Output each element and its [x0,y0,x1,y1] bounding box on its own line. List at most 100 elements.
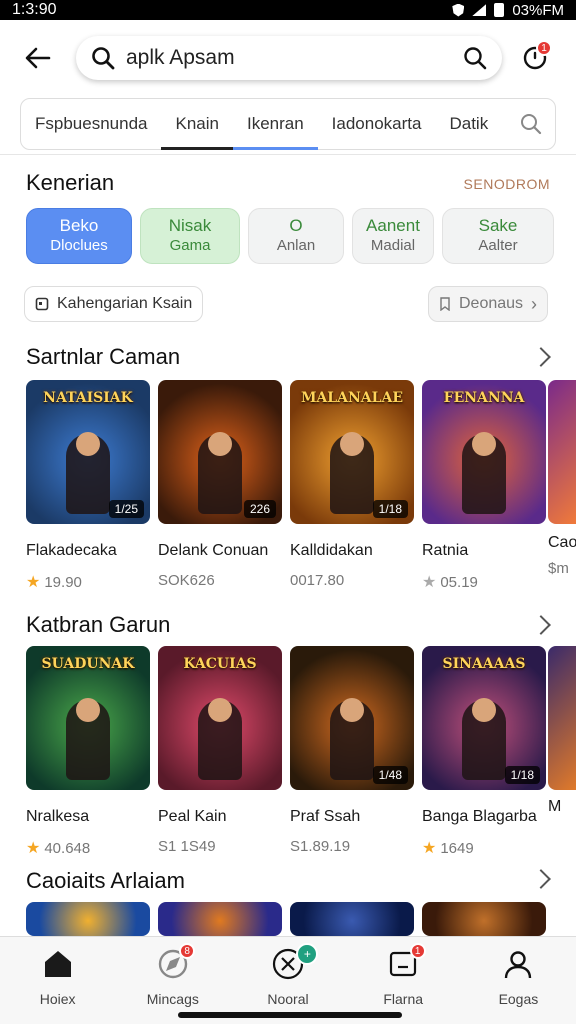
tab-1[interactable]: Knain [161,99,234,150]
notification-button[interactable]: 1 [516,38,554,76]
game-card[interactable]: 1/48 Praf Ssah S1.89.19 [290,646,414,858]
game-thumb-partial[interactable] [548,380,576,524]
price-value: 19.90 [44,573,82,591]
category-chip[interactable]: Nisak Gama [140,208,240,264]
nav-label: Eogas [498,991,539,1007]
search-icon [92,47,115,70]
status-icons: 03%FM [452,2,564,19]
game-card[interactable]: SINAAAAS 1/18 Banga Blagarba ★ 1649 [422,646,546,858]
game-thumbnail[interactable]: FENANNA [422,380,546,524]
game-thumbnail[interactable]: NATAISIAK 1/25 [26,380,150,524]
game-thumbnail[interactable]: SUADUNAK [26,646,150,790]
nav-center[interactable]: + Nooral [230,937,345,1024]
game-title-art: SUADUNAK [41,656,135,672]
game-card[interactable]: KACUIAS Peal Kain S1 1S49 [158,646,282,858]
search-query[interactable]: aplk Apsam [126,46,462,70]
game-card[interactable]: FENANNA Ratnia ★ 05.19 [422,380,546,592]
game-name: Ratnia [422,542,469,559]
category-chip[interactable]: Beko Dloclues [26,208,132,264]
search-submit-icon[interactable] [462,45,488,71]
character-head [340,698,364,722]
game-card[interactable]: MALANALAE 1/18 Kalldidakan 0017.80 [290,380,414,592]
chip-line1: Sake [478,216,518,235]
game-card[interactable] [290,902,414,936]
partial-game-name: Cao [548,534,576,551]
age-rating-tag: 1/18 [504,766,540,784]
nav-badge: 1 [409,943,426,959]
price-value: 05.19 [440,573,478,591]
chip-line2: Aalter [478,237,518,254]
filter-tabs: Fspbuesnunda Knain Ikenran Iadonokarta D… [20,98,556,150]
game-card[interactable] [26,902,150,936]
tab-label: Datik [449,114,489,133]
game-thumbnail[interactable]: 226 [158,380,282,524]
divider [0,154,576,155]
price-value: 40.648 [44,839,91,857]
game-thumbnail[interactable]: MALANALAE 1/18 [290,380,414,524]
filter-pill[interactable]: Kahengarian Ksain [24,286,204,322]
chevron-right-icon[interactable] [531,615,551,635]
tab-4[interactable]: Datik [435,99,502,149]
nav-badge: + [296,943,319,965]
status-time: 1:3:90 [12,1,57,18]
search-bar[interactable]: aplk Apsam [76,36,502,80]
partial-game-name: M [548,798,562,815]
character-head [472,698,496,722]
chevron-right-icon[interactable] [531,869,551,889]
nav-profile[interactable]: Eogas [461,937,576,1024]
nav-label: Hoiex [39,991,76,1007]
nav-discover[interactable]: 8 Mincags [115,937,230,1024]
chip-line1: Nisak [168,216,212,235]
status-bar: 1:3:90 03%FM [0,0,576,20]
see-all-link[interactable]: SENODROM [464,176,550,192]
chevron-right-icon[interactable] [531,347,551,367]
nav-label: Mincags [146,991,199,1007]
game-title-art: MALANALAE [300,390,404,406]
game-title-art: KACUIAS [183,656,257,672]
category-chip[interactable]: Sake Aalter [442,208,554,264]
game-thumbnail[interactable] [290,902,414,936]
tab-0[interactable]: Fspbuesnunda [21,99,161,149]
character-head [76,698,100,722]
chip-line1: O [289,216,303,235]
category-chip[interactable]: O Anlan [248,208,344,264]
game-thumbnail[interactable] [422,902,546,936]
character-head [208,698,232,722]
tab-2[interactable]: Ikenran [232,99,318,150]
game-thumbnail[interactable]: 1/48 [290,646,414,790]
game-card[interactable]: SUADUNAK Nralkesa ★ 40.648 [26,646,150,858]
shield-icon [452,3,465,17]
tab-label: Knain [175,114,219,133]
game-thumb-partial[interactable] [548,646,576,790]
chip-line1: Aanent [366,216,420,235]
character-head [472,432,496,456]
character-head [208,432,232,456]
game-card[interactable]: 226 Delank Conuan SOK626 [158,380,282,592]
age-rating-tag: 1/18 [372,500,408,518]
game-thumbnail[interactable]: SINAAAAS 1/18 [422,646,546,790]
section-title: Caoiaits Arlaiam [26,868,185,893]
game-thumbnail[interactable]: KACUIAS [158,646,282,790]
category-chip[interactable]: Aanent Madial [352,208,434,264]
top-bar: aplk Apsam 1 [0,20,576,96]
section-title: Katbran Garun [26,612,171,637]
game-card[interactable] [158,902,282,936]
game-title-art: SINAAAAS [442,656,526,672]
back-arrow-icon[interactable] [22,42,54,74]
tab-3[interactable]: Iadonokarta [318,99,436,149]
home-indicator [178,1012,402,1018]
nav-home[interactable]: Hoiex [0,937,115,1024]
game-thumbnail[interactable] [158,902,282,936]
game-thumbnail[interactable] [26,902,150,936]
game-name: Banga Blagarba [422,808,537,825]
nav-notifications[interactable]: 1 Flarna [346,937,461,1024]
game-row: SUADUNAK Nralkesa ★ 40.648 KACUIAS Peal Kain S… [26,646,546,858]
sort-pill[interactable]: Deonaus › [428,286,549,322]
star-icon: ★ [26,574,41,591]
game-price: ★ 1649 [422,838,546,858]
game-name: Kalldidakan [290,542,373,559]
game-card[interactable]: NATAISIAK 1/25 Flakadecaka ★ 19.90 [26,380,150,592]
character-head [340,432,364,456]
tabs-search-icon[interactable] [519,112,543,136]
game-card[interactable] [422,902,546,936]
